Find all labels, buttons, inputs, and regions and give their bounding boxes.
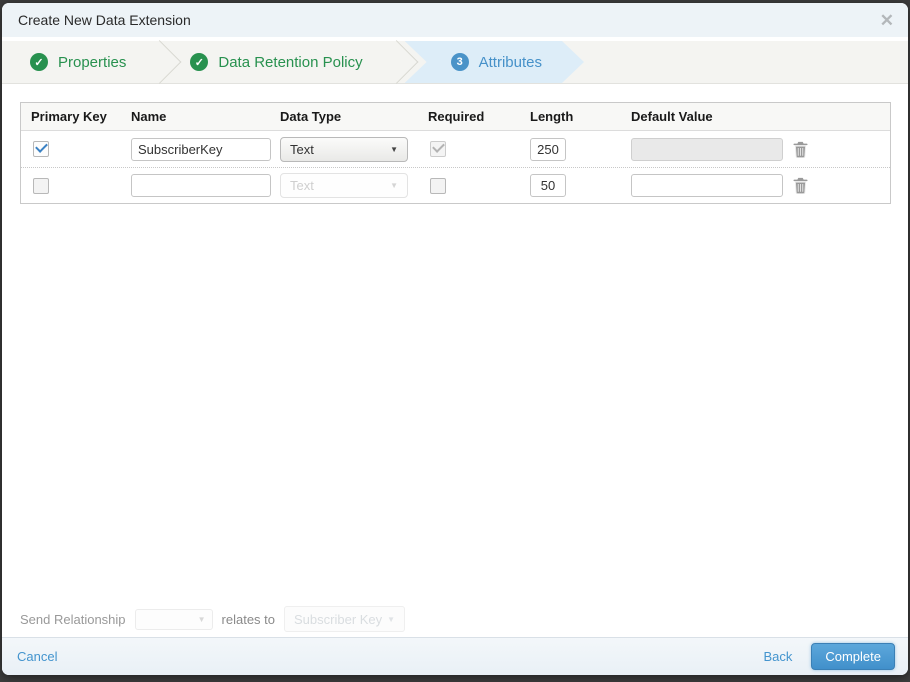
modal-title: Create New Data Extension [18,12,191,28]
data-type-value: Text [290,178,314,193]
modal-content: Primary Key Name Data Type Required Leng… [2,84,908,601]
send-relationship-row: Send Relationship ▼ relates to Subscribe… [2,601,908,637]
length-input[interactable] [530,174,566,197]
default-value-input[interactable] [631,174,783,197]
delete-row-trash-icon[interactable] [793,177,808,194]
length-input[interactable] [530,137,566,161]
create-data-extension-modal: Create New Data Extension ✕ ✓ Properties… [2,3,908,675]
step-properties-label: Properties [58,53,127,71]
send-relationship-select[interactable]: ▼ [134,608,213,630]
name-input[interactable] [131,137,271,161]
header-primary-key: Primary Key [31,109,107,124]
modal-footer: Cancel Back Complete [2,637,908,675]
required-checkbox[interactable] [430,141,446,157]
header-default-value: Default Value [631,109,713,124]
close-icon[interactable]: ✕ [880,12,894,29]
step-data-retention-policy[interactable]: ✓ Data Retention Policy [162,41,398,83]
step-number-badge: 3 [451,53,469,71]
delete-row-trash-icon[interactable] [793,141,808,158]
header-data-type: Data Type [280,109,342,124]
complete-button[interactable]: Complete [811,643,895,670]
step-attributes[interactable]: 3 Attributes [405,41,584,83]
send-relationship-label: Send Relationship [20,611,126,627]
cancel-link[interactable]: Cancel [17,649,57,664]
subscriber-key-dropdown[interactable]: Subscriber Key ▼ [284,606,406,632]
table-header-row: Primary Key Name Data Type Required Leng… [21,103,890,131]
primary-key-checkbox[interactable] [33,141,49,157]
chevron-down-icon: ▼ [390,144,398,154]
wizard-stepbar: ✓ Properties ✓ Data Retention Policy 3 A… [2,41,908,84]
step-complete-check-icon: ✓ [30,53,48,71]
header-name: Name [131,109,167,124]
table-row: Text ▼ [21,167,890,203]
default-value-input[interactable] [631,137,783,161]
primary-key-checkbox[interactable] [33,177,49,194]
required-checkbox[interactable] [430,177,446,194]
table-row: Text ▼ [21,131,890,167]
data-type-select[interactable]: Text ▼ [280,136,408,162]
modal-titlebar: Create New Data Extension ✕ [2,3,908,37]
attributes-table: Primary Key Name Data Type Required Leng… [20,102,891,204]
subscriber-key-label: Subscriber Key [294,611,383,627]
data-type-value: Text [290,141,314,157]
chevron-down-icon: ▼ [197,614,206,624]
data-type-select[interactable]: Text ▼ [280,173,408,198]
header-required: Required [428,109,485,124]
chevron-down-icon: ▼ [390,181,398,190]
chevron-down-icon: ▼ [387,614,396,624]
step-properties[interactable]: ✓ Properties [2,41,162,83]
back-link[interactable]: Back [763,649,792,664]
step-complete-check-icon: ✓ [190,53,209,71]
header-length: Length [530,109,574,124]
step-data-retention-policy-label: Data Retention Policy [218,53,363,71]
step-attributes-label: Attributes [478,53,542,71]
relates-to-label: relates to [221,611,276,627]
name-input[interactable] [131,174,271,197]
